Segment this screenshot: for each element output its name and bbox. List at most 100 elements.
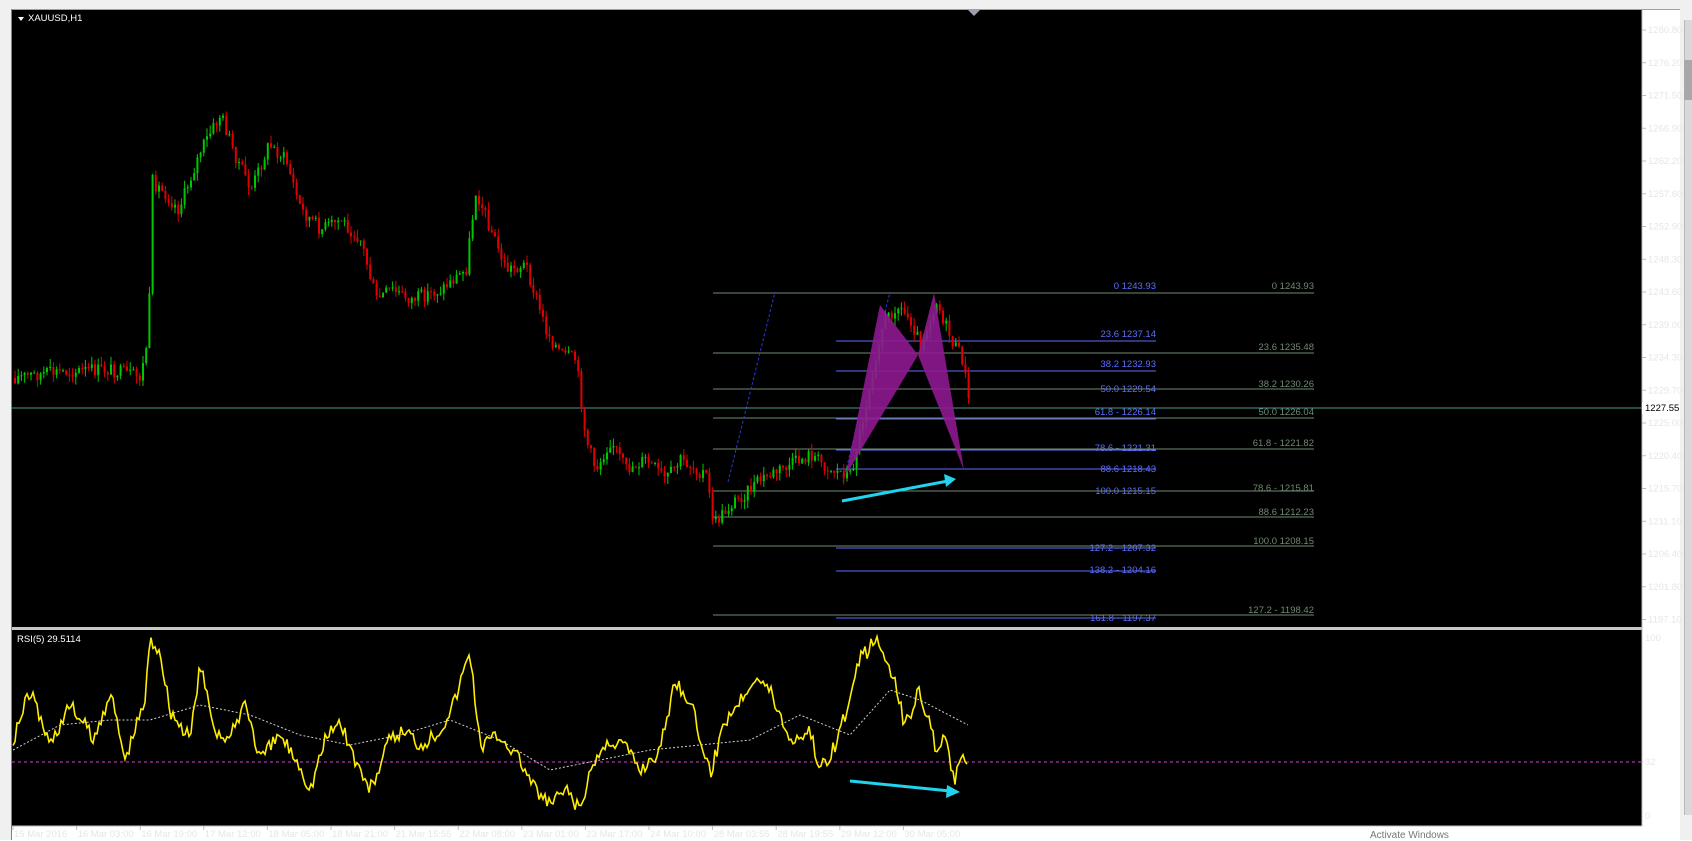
- candle-body: [906, 313, 909, 318]
- candle-body: [193, 173, 196, 181]
- price-tick-label: 1252.90: [1648, 222, 1682, 233]
- price-panel[interactable]: [12, 10, 1642, 627]
- candle-body: [142, 363, 144, 381]
- chart-canvas[interactable]: XAUUSD,H1 1280.801276.201271.501266.9012…: [0, 0, 1692, 840]
- candle-body: [398, 291, 400, 293]
- candle-body: [154, 174, 157, 192]
- candle-body: [471, 219, 474, 239]
- candle-body: [535, 292, 538, 295]
- candle-body: [103, 366, 106, 373]
- rsi-level-tick-100: 100: [1645, 633, 1661, 644]
- candle-body: [401, 291, 404, 293]
- candle-body: [698, 474, 701, 478]
- candle-body: [714, 517, 717, 520]
- candle-body: [330, 219, 333, 222]
- candle-body: [586, 429, 589, 446]
- candle-body: [23, 372, 26, 376]
- candle-body: [794, 455, 797, 459]
- candle-body: [388, 287, 391, 289]
- time-tick-label: 28 Mar 19:55: [777, 829, 833, 840]
- rsi-panel[interactable]: [12, 630, 1642, 826]
- candle-body: [503, 259, 506, 263]
- candle-body: [442, 284, 445, 294]
- candle-body: [404, 291, 407, 299]
- candle-body: [174, 204, 176, 208]
- candle-body: [132, 369, 135, 371]
- candle-body: [414, 297, 416, 301]
- candle-body: [654, 462, 656, 464]
- candle-body: [244, 164, 247, 176]
- candle-body: [634, 466, 637, 468]
- candle-body: [746, 485, 749, 501]
- candle-body: [753, 482, 756, 492]
- candle-body: [279, 157, 282, 159]
- fib-right-level-label: 0 1243.93: [1272, 281, 1314, 292]
- candle-body: [673, 466, 676, 468]
- candle-body: [106, 372, 109, 375]
- candle-body: [948, 320, 951, 337]
- rsi-indicator-label: RSI(5) 29.5114: [17, 634, 81, 645]
- candle-body: [842, 470, 845, 479]
- candle-body: [225, 115, 228, 135]
- candle-body: [596, 466, 599, 470]
- candle-body: [644, 456, 647, 458]
- candle-body: [820, 454, 823, 463]
- candle-body: [318, 217, 320, 234]
- candle-body: [170, 202, 173, 208]
- candle-body: [692, 468, 695, 470]
- time-tick-label: 23 Mar 01:00: [523, 829, 579, 840]
- candle-body: [394, 287, 397, 292]
- candle-body: [135, 369, 138, 376]
- candle-body: [775, 469, 778, 474]
- fib-right-level-label: 100.0 1208.15: [1253, 536, 1314, 547]
- candle-body: [455, 274, 458, 284]
- candle-body: [810, 451, 813, 461]
- candle-body: [55, 369, 58, 375]
- time-tick-label: 24 Mar 10:00: [650, 829, 706, 840]
- candle-body: [228, 134, 231, 136]
- fib-right-level-label: 38.2 1230.26: [1259, 379, 1314, 390]
- candle-body: [231, 134, 234, 147]
- candle-body: [190, 180, 192, 188]
- candle-body: [548, 334, 551, 337]
- fib-left-level-label: 23.6 1237.14: [1101, 329, 1156, 340]
- candle-body: [84, 367, 87, 369]
- candle-body: [474, 195, 477, 220]
- candle-body: [375, 283, 378, 296]
- candle-body: [545, 316, 548, 335]
- candle-body: [958, 342, 960, 347]
- candle-body: [567, 351, 570, 353]
- price-tick-label: 1211.10: [1648, 516, 1682, 527]
- fib-left-level-label: 38.2 1232.93: [1101, 359, 1156, 370]
- candle-body: [270, 143, 272, 148]
- candle-body: [39, 373, 42, 381]
- time-tick-label: 17 Mar 12:00: [205, 829, 261, 840]
- candle-body: [817, 454, 820, 457]
- candle-body: [682, 455, 685, 460]
- candle-body: [938, 304, 941, 311]
- candle-body: [68, 374, 71, 376]
- candle-body: [916, 331, 919, 335]
- candle-body: [276, 146, 279, 158]
- candle-body: [238, 162, 240, 164]
- candle-body: [30, 372, 32, 375]
- symbol-timeframe-label: XAUUSD,H1: [28, 13, 82, 24]
- price-tick-label: 1239.00: [1648, 320, 1682, 331]
- panel-separator[interactable]: [12, 627, 1642, 630]
- candle-body: [52, 366, 55, 375]
- candle-body: [196, 157, 199, 174]
- candle-body: [961, 346, 964, 365]
- candle-body: [71, 374, 74, 377]
- candle-body: [452, 280, 455, 284]
- candle-body: [250, 187, 253, 189]
- fib-right-level-label: 61.8 - 1221.82: [1253, 438, 1314, 449]
- candle-body: [356, 237, 359, 242]
- candle-body: [321, 229, 324, 234]
- price-tick-label: 1229.70: [1648, 385, 1682, 396]
- candle-body: [676, 466, 679, 468]
- candle-body: [407, 298, 410, 304]
- candle-body: [903, 307, 906, 314]
- candle-body: [241, 162, 244, 165]
- candle-body: [87, 367, 90, 369]
- candle-body: [177, 204, 180, 215]
